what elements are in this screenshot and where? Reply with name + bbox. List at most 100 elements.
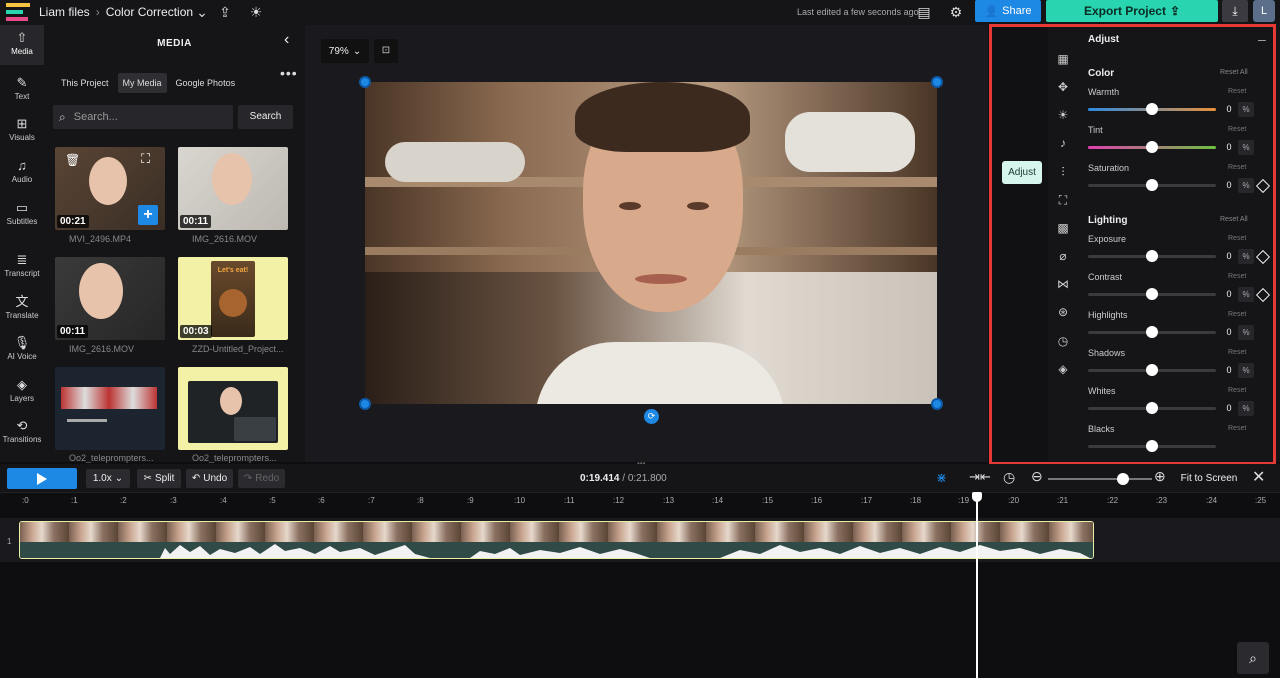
project-name[interactable]: Color Correction <box>106 5 193 19</box>
magnet-snap-icon[interactable]: ⋇ <box>936 470 947 486</box>
media-thumb[interactable] <box>178 367 288 450</box>
chevron-left-icon[interactable]: ‹ <box>284 31 289 49</box>
lightbulb-icon[interactable]: ☀ <box>1054 106 1072 124</box>
trash-icon[interactable]: 🗑 <box>65 153 80 167</box>
resize-handle[interactable] <box>359 76 371 88</box>
nav-translate[interactable]: 文 Translate <box>0 289 44 329</box>
shadows-value[interactable]: 0 <box>1221 363 1237 378</box>
nav-transitions[interactable]: ⟲ Transitions <box>0 413 44 453</box>
color-reset-all[interactable]: Reset All <box>1220 69 1248 76</box>
slider-knob[interactable] <box>1146 288 1158 300</box>
nav-audio[interactable]: ♫ Audio <box>0 153 44 193</box>
tint-reset[interactable]: Reset <box>1228 126 1246 133</box>
media-thumb[interactable]: 00:11 <box>55 257 165 340</box>
search-icon[interactable]: ⌕ <box>1237 642 1269 674</box>
lock-aspect-icon[interactable]: ⊡ <box>374 39 398 63</box>
export-project-button[interactable]: Export Project ⇪ <box>1046 0 1218 22</box>
whites-value[interactable]: 0 <box>1221 401 1237 416</box>
slider-knob[interactable] <box>1146 326 1158 338</box>
clock-icon[interactable]: ◷ <box>1003 469 1015 486</box>
slider-knob[interactable] <box>1146 250 1158 262</box>
media-thumb[interactable]: 🗑 ⛶ + 00:21 <box>55 147 165 230</box>
timeline-ruler[interactable]: :0 :1 :2 :3 :4 :5 :6 :7 :8 :9 :10 :11 :1… <box>0 492 1280 510</box>
saturation-reset[interactable]: Reset <box>1228 164 1246 171</box>
lightbulb-icon[interactable]: ☀ <box>247 3 265 21</box>
tab-google-photos[interactable]: Google Photos <box>171 73 241 93</box>
download-button[interactable]: ⤓ <box>1222 0 1248 22</box>
move-icon[interactable]: ✥ <box>1054 78 1072 96</box>
fullscreen-icon[interactable]: ⛶ <box>141 151 150 167</box>
zoom-slider[interactable] <box>1048 473 1152 485</box>
zoom-select[interactable]: 79% ⌄ <box>321 39 369 63</box>
contrast-value[interactable]: 0 <box>1221 287 1237 302</box>
search-button[interactable]: Search <box>238 105 293 129</box>
film-icon[interactable]: ▦ <box>1054 50 1072 68</box>
video-preview[interactable] <box>365 82 937 404</box>
media-thumb[interactable] <box>55 367 165 450</box>
nav-visuals[interactable]: ⊞ Visuals <box>0 111 44 151</box>
nav-subtitles[interactable]: ▭ Subtitles <box>0 195 44 235</box>
shadows-slider[interactable] <box>1088 364 1216 376</box>
more-options-icon[interactable]: ••• <box>280 65 298 81</box>
transition-icon[interactable]: ⋈ <box>1054 275 1072 293</box>
exposure-value[interactable]: 0 <box>1221 249 1237 264</box>
zoom-out-icon[interactable]: ⊖ <box>1031 468 1043 485</box>
split-button[interactable]: ✂ Split <box>137 469 181 488</box>
resize-handle[interactable] <box>359 398 371 410</box>
timer-icon[interactable]: ◷ <box>1054 332 1072 350</box>
blacks-reset[interactable]: Reset <box>1228 425 1246 432</box>
nav-ai-voice[interactable]: 🎙 AI Voice <box>0 330 44 370</box>
highlights-value[interactable]: 0 <box>1221 325 1237 340</box>
speed-select[interactable]: 1.0x ⌄ <box>86 469 130 488</box>
slider-knob[interactable] <box>1146 440 1158 452</box>
search-input[interactable]: ⌕ Search... <box>53 105 233 129</box>
slider-knob[interactable] <box>1146 141 1158 153</box>
blacks-slider[interactable] <box>1088 440 1216 452</box>
app-logo[interactable] <box>6 3 30 21</box>
chevron-down-icon[interactable]: ⌄ <box>193 3 211 21</box>
fit-to-screen-button[interactable]: Fit to Screen <box>1178 469 1240 488</box>
slider-knob[interactable] <box>1117 473 1129 485</box>
zoom-in-icon[interactable]: ⊕ <box>1154 468 1166 485</box>
tab-this-project[interactable]: This Project <box>56 73 114 93</box>
lighting-reset-all[interactable]: Reset All <box>1220 216 1248 223</box>
fit-width-icon[interactable]: ⇥⇤ <box>969 469 991 485</box>
share-button[interactable]: 👤 Share <box>975 0 1041 22</box>
tab-my-media[interactable]: My Media <box>117 73 167 93</box>
exposure-slider[interactable] <box>1088 250 1216 262</box>
add-to-timeline-icon[interactable]: + <box>138 205 158 225</box>
layers-icon[interactable]: ◈ <box>1054 360 1072 378</box>
minus-icon[interactable]: – <box>1258 31 1266 47</box>
undo-button[interactable]: ↶ Undo <box>186 469 233 488</box>
music-note-icon[interactable]: ♪ <box>1054 134 1072 152</box>
video-clip[interactable] <box>19 521 1094 559</box>
tint-slider[interactable] <box>1088 141 1216 153</box>
upload-icon[interactable]: ⇪ <box>216 3 234 21</box>
tint-value[interactable]: 0 <box>1221 140 1237 155</box>
media-thumb[interactable]: 00:11 <box>178 147 288 230</box>
warmth-slider[interactable] <box>1088 103 1216 115</box>
nav-transcript[interactable]: ≣ Transcript <box>0 247 44 287</box>
slider-knob[interactable] <box>1146 364 1158 376</box>
eraser-icon[interactable]: ⌀ <box>1054 247 1072 265</box>
contrast-slider[interactable] <box>1088 288 1216 300</box>
comment-icon[interactable]: ▤ <box>915 3 933 21</box>
highlights-reset[interactable]: Reset <box>1228 311 1246 318</box>
warmth-value[interactable]: 0 <box>1221 102 1237 117</box>
avatar[interactable]: L <box>1253 0 1275 22</box>
whites-reset[interactable]: Reset <box>1228 387 1246 394</box>
gear-icon[interactable]: ⚙ <box>947 3 965 21</box>
whites-slider[interactable] <box>1088 402 1216 414</box>
nav-media[interactable]: ⇧ Media <box>0 25 44 65</box>
resize-handle[interactable] <box>931 76 943 88</box>
sliders-icon[interactable]: ⫶ <box>1054 163 1072 181</box>
breadcrumb-root[interactable]: Liam files <box>39 5 90 19</box>
warmth-reset[interactable]: Reset <box>1228 88 1246 95</box>
playhead[interactable] <box>976 492 978 678</box>
color-circles-icon[interactable]: ⊛ <box>1054 303 1072 321</box>
resize-handle[interactable] <box>931 398 943 410</box>
nav-layers[interactable]: ◈ Layers <box>0 372 44 412</box>
redo-button[interactable]: ↷ Redo <box>238 469 285 488</box>
play-button[interactable] <box>7 468 77 489</box>
crop-icon[interactable]: ⛶ <box>1054 191 1072 209</box>
